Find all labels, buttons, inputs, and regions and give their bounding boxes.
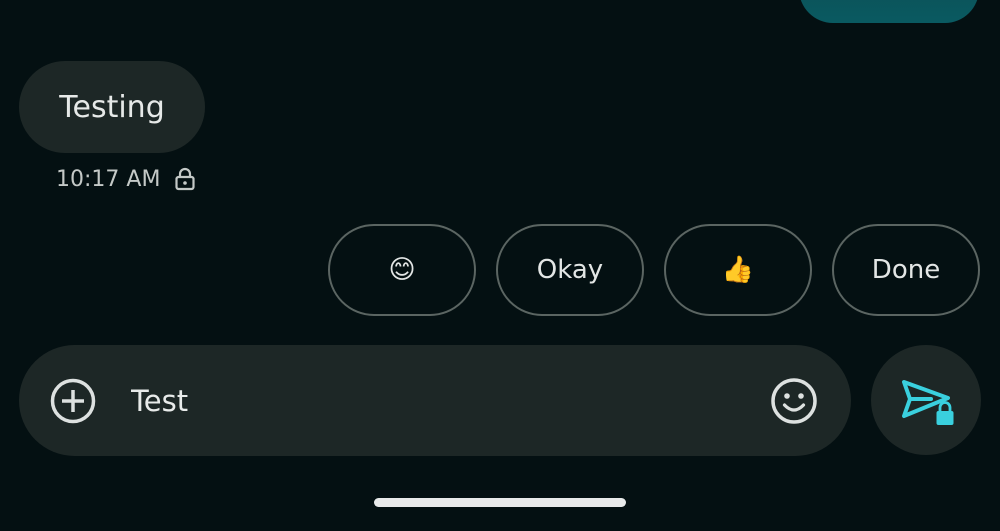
message-input[interactable] [131,373,731,429]
smart-reply-label: Okay [536,255,604,285]
smile-emoji: 😊 [388,255,416,285]
smart-replies: 😊 Okay 👍 Done [328,224,980,316]
send-encrypted-icon [902,380,954,425]
smart-reply-smile[interactable]: 😊 [328,224,476,316]
compose-bar [19,345,851,456]
smart-reply-done[interactable]: Done [832,224,980,316]
add-circle-icon [50,378,96,424]
incoming-message-bubble[interactable]: Testing [19,61,205,153]
send-button[interactable] [871,345,981,455]
add-attachment-button[interactable] [49,377,97,425]
thumbs-up-emoji: 👍 [721,255,755,285]
message-text: Testing [59,89,165,125]
emoji-button[interactable] [769,376,819,426]
sent-message-bubble[interactable] [799,0,979,23]
lock-icon [174,167,196,191]
message-timestamp: 10:17 AM [56,166,161,192]
smart-reply-thumbs-up[interactable]: 👍 [664,224,812,316]
smart-reply-okay[interactable]: Okay [496,224,644,316]
smart-reply-label: Done [871,255,941,285]
home-indicator[interactable] [374,498,626,507]
message-meta: 10:17 AM [56,164,196,194]
emoji-icon [771,378,817,424]
